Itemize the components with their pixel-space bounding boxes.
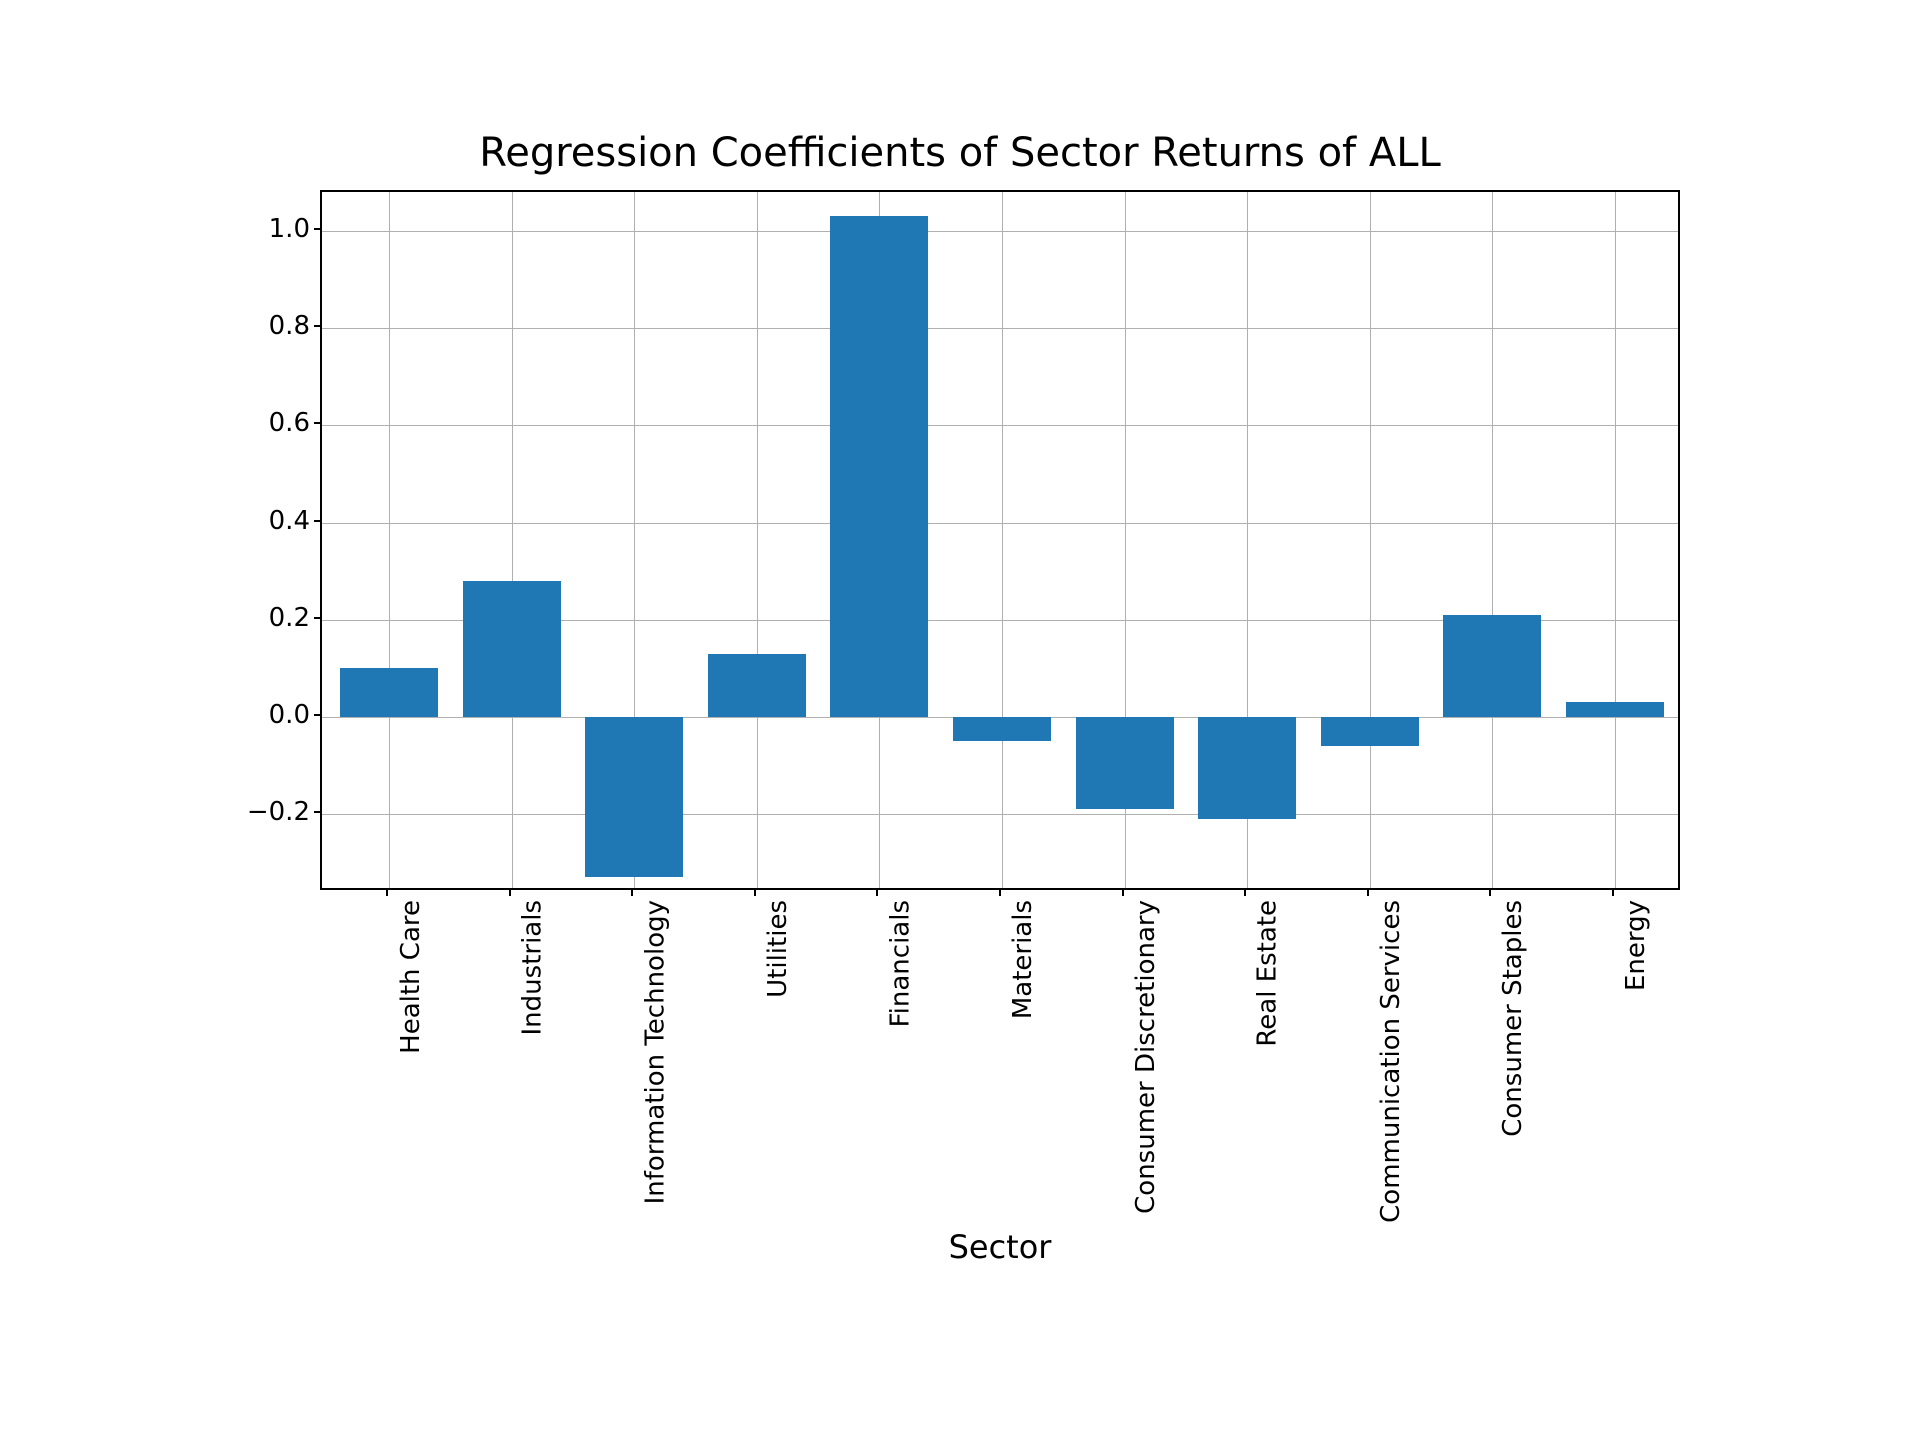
x-tick-label: Information Technology — [640, 900, 670, 1204]
bar — [463, 581, 561, 717]
x-tick-label: Communication Services — [1376, 900, 1406, 1223]
bar — [1198, 717, 1296, 819]
plot-area — [320, 190, 1680, 890]
y-tick-label: 0.0 — [269, 700, 320, 730]
x-axis-label: Sector — [949, 1228, 1052, 1266]
x-tick-mark — [876, 890, 878, 896]
x-tick-mark — [754, 890, 756, 896]
y-tick-label: 0.4 — [269, 506, 320, 536]
x-tick-label: Financials — [885, 900, 915, 1027]
y-tick-mark — [314, 714, 320, 716]
gridline-horizontal — [322, 231, 1678, 232]
gridline-vertical — [1492, 192, 1493, 888]
gridline-horizontal — [322, 814, 1678, 815]
chart-title: Regression Coefficients of Sector Return… — [200, 130, 1720, 176]
x-tick-label: Materials — [1008, 900, 1038, 1019]
x-tick-label: Health Care — [395, 900, 425, 1054]
bar — [340, 668, 438, 717]
axes-container: Regression Coefficients −0.20.00.20.40.6… — [320, 190, 1680, 890]
x-tick-mark — [1122, 890, 1124, 896]
y-tick-label: 0.2 — [269, 603, 320, 633]
y-tick-mark — [314, 617, 320, 619]
x-tick-mark — [1612, 890, 1614, 896]
gridline-vertical — [757, 192, 758, 888]
gridline-horizontal — [322, 523, 1678, 524]
x-tick-mark — [631, 890, 633, 896]
x-tick-mark — [1244, 890, 1246, 896]
bar — [585, 717, 683, 877]
bar — [1566, 702, 1664, 717]
y-tick-mark — [314, 228, 320, 230]
bar — [830, 216, 928, 717]
bar — [1076, 717, 1174, 809]
y-tick-mark — [314, 811, 320, 813]
gridline-horizontal — [322, 328, 1678, 329]
x-tick-label: Energy — [1621, 900, 1651, 991]
x-tick-label: Utilities — [763, 900, 793, 998]
bar — [953, 717, 1051, 741]
gridline-vertical — [389, 192, 390, 888]
x-tick-mark — [1489, 890, 1491, 896]
y-tick-label: 1.0 — [269, 214, 320, 244]
x-tick-mark — [386, 890, 388, 896]
bar — [1443, 615, 1541, 717]
gridline-vertical — [512, 192, 513, 888]
y-tick-mark — [314, 520, 320, 522]
chart-figure: Regression Coefficients of Sector Return… — [200, 130, 1720, 1310]
gridline-vertical — [1615, 192, 1616, 888]
bar — [1321, 717, 1419, 746]
y-tick-mark — [314, 422, 320, 424]
y-tick-label: 0.8 — [269, 311, 320, 341]
gridline-vertical — [1370, 192, 1371, 888]
y-tick-mark — [314, 325, 320, 327]
gridline-vertical — [1002, 192, 1003, 888]
x-tick-label: Consumer Staples — [1498, 900, 1528, 1137]
x-tick-mark — [999, 890, 1001, 896]
y-tick-label: 0.6 — [269, 408, 320, 438]
y-tick-label: −0.2 — [247, 797, 320, 827]
x-tick-mark — [509, 890, 511, 896]
bar — [708, 654, 806, 717]
x-tick-label: Consumer Discretionary — [1131, 900, 1161, 1214]
x-tick-label: Real Estate — [1253, 900, 1283, 1047]
x-tick-mark — [1367, 890, 1369, 896]
gridline-horizontal — [322, 425, 1678, 426]
x-tick-label: Industrials — [518, 900, 548, 1035]
